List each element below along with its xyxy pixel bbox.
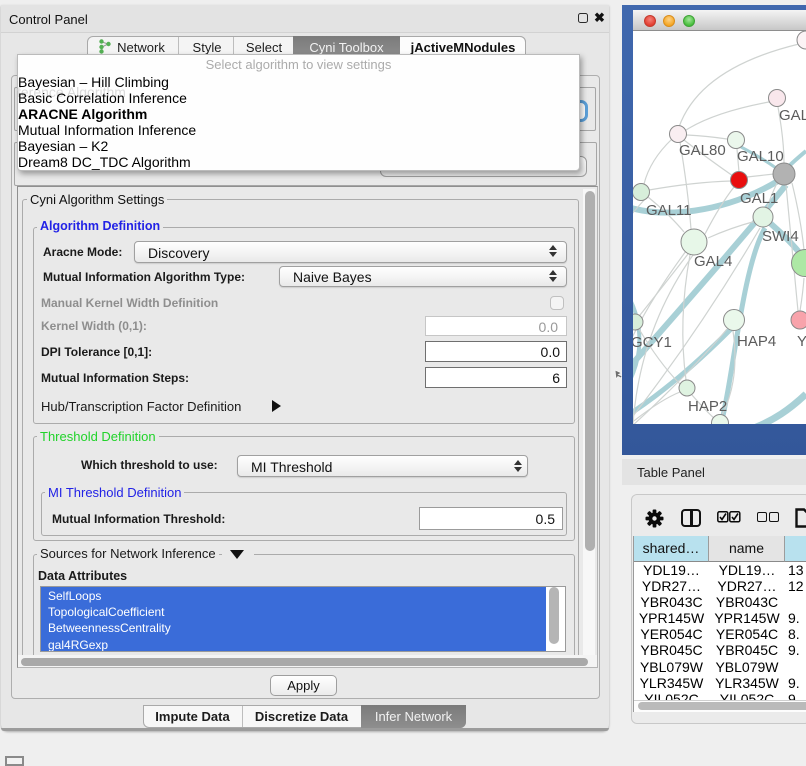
svg-text:GAL1: GAL1 — [740, 190, 778, 207]
svg-text:GAL4: GAL4 — [694, 253, 732, 270]
svg-text:GAL7: GAL7 — [779, 107, 806, 124]
svg-text:SWI4: SWI4 — [762, 228, 799, 245]
svg-text:YM: YM — [797, 333, 806, 350]
svg-text:HAP4: HAP4 — [737, 333, 776, 350]
svg-text:GCY1: GCY1 — [633, 334, 672, 351]
svg-text:GAL10: GAL10 — [737, 148, 784, 165]
svg-text:HAP2: HAP2 — [688, 398, 727, 415]
svg-text:GAL11: GAL11 — [646, 202, 692, 219]
svg-text:GAL80: GAL80 — [679, 142, 726, 159]
